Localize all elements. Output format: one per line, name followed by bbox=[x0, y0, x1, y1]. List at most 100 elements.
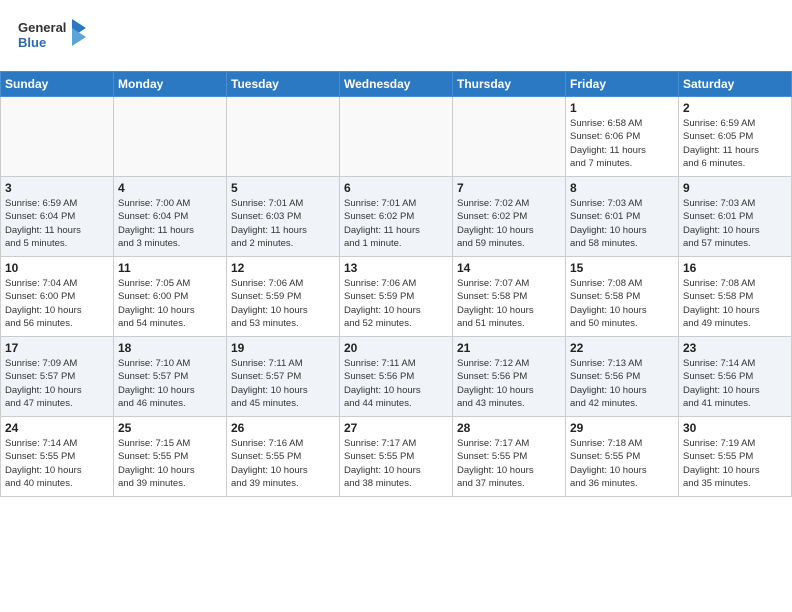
day-info: Sunrise: 7:11 AMSunset: 5:57 PMDaylight:… bbox=[231, 357, 335, 410]
calendar-cell: 30 Sunrise: 7:19 AMSunset: 5:55 PMDayligh… bbox=[679, 417, 792, 497]
day-info: Sunrise: 7:03 AMSunset: 6:01 PMDaylight:… bbox=[570, 197, 674, 250]
calendar-cell bbox=[114, 97, 227, 177]
header: General Blue bbox=[0, 0, 792, 71]
day-number: 29 bbox=[570, 421, 674, 435]
day-number: 6 bbox=[344, 181, 448, 195]
calendar-week-row: 1Sunrise: 6:58 AMSunset: 6:06 PMDaylight… bbox=[1, 97, 792, 177]
day-info: Sunrise: 7:14 AMSunset: 5:55 PMDaylight:… bbox=[5, 437, 109, 490]
day-number: 22 bbox=[570, 341, 674, 355]
calendar-cell bbox=[340, 97, 453, 177]
calendar-cell: 29 Sunrise: 7:18 AMSunset: 5:55 PMDayligh… bbox=[566, 417, 679, 497]
day-info: Sunrise: 7:08 AMSunset: 5:58 PMDaylight:… bbox=[570, 277, 674, 330]
logo-svg: General Blue bbox=[18, 14, 88, 58]
calendar-cell: 23Sunrise: 7:14 AMSunset: 5:56 PMDayligh… bbox=[679, 337, 792, 417]
calendar-cell: 18Sunrise: 7:10 AMSunset: 5:57 PMDayligh… bbox=[114, 337, 227, 417]
day-number: 27 bbox=[344, 421, 448, 435]
day-info: Sunrise: 7:01 AMSunset: 6:02 PMDaylight:… bbox=[344, 197, 448, 250]
day-number: 2 bbox=[683, 101, 787, 115]
day-info: Sunrise: 6:59 AMSunset: 6:04 PMDaylight:… bbox=[5, 197, 109, 250]
day-number: 3 bbox=[5, 181, 109, 195]
logo: General Blue bbox=[18, 14, 88, 63]
calendar-cell: 26 Sunrise: 7:16 AMSunset: 5:55 PMDayligh… bbox=[227, 417, 340, 497]
day-number: 20 bbox=[344, 341, 448, 355]
day-info: Sunrise: 7:06 AMSunset: 5:59 PMDaylight:… bbox=[231, 277, 335, 330]
day-number: 7 bbox=[457, 181, 561, 195]
calendar-week-row: 10 Sunrise: 7:04 AMSunset: 6:00 PMDayligh… bbox=[1, 257, 792, 337]
header-tuesday: Tuesday bbox=[227, 72, 340, 97]
calendar-cell bbox=[227, 97, 340, 177]
calendar-cell: 2 Sunrise: 6:59 AMSunset: 6:05 PMDaylight… bbox=[679, 97, 792, 177]
page: General Blue Sunday Monday Tuesday Wedne… bbox=[0, 0, 792, 497]
day-info: Sunrise: 7:17 AMSunset: 5:55 PMDaylight:… bbox=[457, 437, 561, 490]
calendar-cell: 19 Sunrise: 7:11 AMSunset: 5:57 PMDayligh… bbox=[227, 337, 340, 417]
day-info: Sunrise: 7:05 AMSunset: 6:00 PMDaylight:… bbox=[118, 277, 222, 330]
day-number: 23 bbox=[683, 341, 787, 355]
day-info: Sunrise: 7:11 AMSunset: 5:56 PMDaylight:… bbox=[344, 357, 448, 410]
calendar-cell: 9 Sunrise: 7:03 AMSunset: 6:01 PMDaylight… bbox=[679, 177, 792, 257]
day-number: 8 bbox=[570, 181, 674, 195]
day-number: 28 bbox=[457, 421, 561, 435]
calendar-cell: 16 Sunrise: 7:08 AMSunset: 5:58 PMDayligh… bbox=[679, 257, 792, 337]
calendar-cell: 7 Sunrise: 7:02 AMSunset: 6:02 PMDaylight… bbox=[453, 177, 566, 257]
calendar-cell: 10 Sunrise: 7:04 AMSunset: 6:00 PMDayligh… bbox=[1, 257, 114, 337]
day-info: Sunrise: 6:59 AMSunset: 6:05 PMDaylight:… bbox=[683, 117, 787, 170]
day-number: 13 bbox=[344, 261, 448, 275]
calendar-cell: 15 Sunrise: 7:08 AMSunset: 5:58 PMDayligh… bbox=[566, 257, 679, 337]
day-info: Sunrise: 7:17 AMSunset: 5:55 PMDaylight:… bbox=[344, 437, 448, 490]
day-info: Sunrise: 7:13 AMSunset: 5:56 PMDaylight:… bbox=[570, 357, 674, 410]
calendar-cell: 24 Sunrise: 7:14 AMSunset: 5:55 PMDayligh… bbox=[1, 417, 114, 497]
calendar-cell bbox=[1, 97, 114, 177]
calendar-cell bbox=[453, 97, 566, 177]
calendar-cell: 6 Sunrise: 7:01 AMSunset: 6:02 PMDaylight… bbox=[340, 177, 453, 257]
header-sunday: Sunday bbox=[1, 72, 114, 97]
calendar-cell: 21Sunrise: 7:12 AMSunset: 5:56 PMDayligh… bbox=[453, 337, 566, 417]
calendar-cell: 1Sunrise: 6:58 AMSunset: 6:06 PMDaylight… bbox=[566, 97, 679, 177]
day-number: 15 bbox=[570, 261, 674, 275]
header-thursday: Thursday bbox=[453, 72, 566, 97]
calendar-cell: 22 Sunrise: 7:13 AMSunset: 5:56 PMDayligh… bbox=[566, 337, 679, 417]
svg-text:Blue: Blue bbox=[18, 35, 46, 50]
day-info: Sunrise: 7:18 AMSunset: 5:55 PMDaylight:… bbox=[570, 437, 674, 490]
calendar-cell: 5Sunrise: 7:01 AMSunset: 6:03 PMDaylight… bbox=[227, 177, 340, 257]
day-number: 18 bbox=[118, 341, 222, 355]
calendar-week-row: 3 Sunrise: 6:59 AMSunset: 6:04 PMDaylight… bbox=[1, 177, 792, 257]
day-number: 11 bbox=[118, 261, 222, 275]
day-info: Sunrise: 7:02 AMSunset: 6:02 PMDaylight:… bbox=[457, 197, 561, 250]
day-info: Sunrise: 7:12 AMSunset: 5:56 PMDaylight:… bbox=[457, 357, 561, 410]
header-monday: Monday bbox=[114, 72, 227, 97]
day-info: Sunrise: 7:16 AMSunset: 5:55 PMDaylight:… bbox=[231, 437, 335, 490]
day-number: 24 bbox=[5, 421, 109, 435]
calendar-cell: 14 Sunrise: 7:07 AMSunset: 5:58 PMDayligh… bbox=[453, 257, 566, 337]
day-number: 10 bbox=[5, 261, 109, 275]
day-info: Sunrise: 7:08 AMSunset: 5:58 PMDaylight:… bbox=[683, 277, 787, 330]
day-info: Sunrise: 6:58 AMSunset: 6:06 PMDaylight:… bbox=[570, 117, 674, 170]
day-number: 9 bbox=[683, 181, 787, 195]
day-number: 12 bbox=[231, 261, 335, 275]
day-info: Sunrise: 7:01 AMSunset: 6:03 PMDaylight:… bbox=[231, 197, 335, 250]
calendar-cell: 13 Sunrise: 7:06 AMSunset: 5:59 PMDayligh… bbox=[340, 257, 453, 337]
day-number: 16 bbox=[683, 261, 787, 275]
calendar-cell: 17 Sunrise: 7:09 AMSunset: 5:57 PMDayligh… bbox=[1, 337, 114, 417]
header-friday: Friday bbox=[566, 72, 679, 97]
calendar-table: Sunday Monday Tuesday Wednesday Thursday… bbox=[0, 71, 792, 497]
day-number: 4 bbox=[118, 181, 222, 195]
calendar-cell: 3 Sunrise: 6:59 AMSunset: 6:04 PMDaylight… bbox=[1, 177, 114, 257]
day-number: 14 bbox=[457, 261, 561, 275]
day-info: Sunrise: 7:07 AMSunset: 5:58 PMDaylight:… bbox=[457, 277, 561, 330]
day-info: Sunrise: 7:04 AMSunset: 6:00 PMDaylight:… bbox=[5, 277, 109, 330]
day-info: Sunrise: 7:03 AMSunset: 6:01 PMDaylight:… bbox=[683, 197, 787, 250]
day-number: 30 bbox=[683, 421, 787, 435]
day-info: Sunrise: 7:09 AMSunset: 5:57 PMDaylight:… bbox=[5, 357, 109, 410]
day-number: 17 bbox=[5, 341, 109, 355]
calendar-week-row: 17 Sunrise: 7:09 AMSunset: 5:57 PMDayligh… bbox=[1, 337, 792, 417]
calendar-cell: 27 Sunrise: 7:17 AMSunset: 5:55 PMDayligh… bbox=[340, 417, 453, 497]
header-saturday: Saturday bbox=[679, 72, 792, 97]
day-info: Sunrise: 7:15 AMSunset: 5:55 PMDaylight:… bbox=[118, 437, 222, 490]
day-number: 26 bbox=[231, 421, 335, 435]
calendar-cell: 11 Sunrise: 7:05 AMSunset: 6:00 PMDayligh… bbox=[114, 257, 227, 337]
calendar-cell: 25Sunrise: 7:15 AMSunset: 5:55 PMDayligh… bbox=[114, 417, 227, 497]
calendar-cell: 8 Sunrise: 7:03 AMSunset: 6:01 PMDaylight… bbox=[566, 177, 679, 257]
day-info: Sunrise: 7:06 AMSunset: 5:59 PMDaylight:… bbox=[344, 277, 448, 330]
day-number: 19 bbox=[231, 341, 335, 355]
day-info: Sunrise: 7:19 AMSunset: 5:55 PMDaylight:… bbox=[683, 437, 787, 490]
